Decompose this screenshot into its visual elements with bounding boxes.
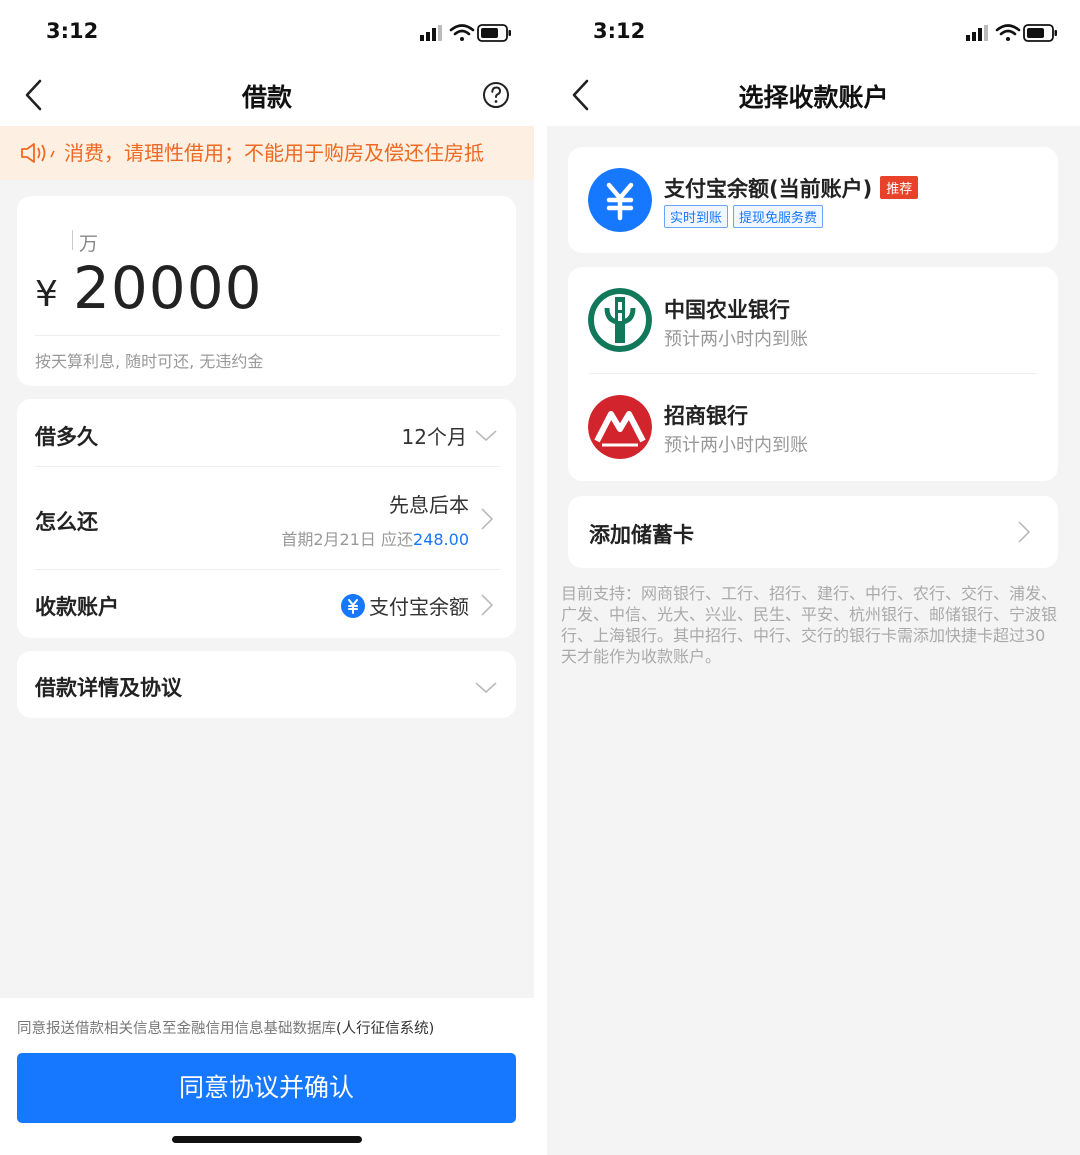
- bottom-bar: 同意报送借款相关信息至金融信用信息基础数据库(人行征信系统) 同意协议并确认: [0, 998, 534, 1155]
- battery-icon: [1023, 24, 1057, 42]
- divider: [35, 335, 500, 336]
- chevron-down-icon: [475, 430, 497, 442]
- input-cursor: [72, 230, 73, 250]
- alipay-name-row: 支付宝余额(当前账户) 推荐: [664, 173, 919, 203]
- page-title: 借款: [241, 83, 292, 112]
- amount-input[interactable]: 20000: [73, 254, 263, 322]
- repay-row[interactable]: 怎么还 先息后本 首期2月21日 应还248.00: [17, 467, 516, 569]
- loan-screen: 3:12 借款 消费，请理性借用；不能用于购房及偿还住房抵 万 ¥ 20000 …: [0, 0, 534, 1155]
- notice-text: 消费，请理性借用；不能用于购房及偿还住房抵: [64, 141, 484, 165]
- supported-banks-note: 目前支持：网商银行、工行、招行、建行、中行、农行、交行、浦发、广发、中信、光大、…: [561, 584, 1058, 666]
- duration-label: 借多久: [35, 425, 98, 449]
- account-row[interactable]: 收款账户 支付宝余额: [17, 570, 516, 638]
- abc-bank-logo: [588, 288, 652, 352]
- home-indicator: [172, 1136, 362, 1143]
- details-label: 借款详情及协议: [35, 676, 182, 700]
- chevron-down-icon: [475, 682, 497, 694]
- amount-note: 按天算利息, 随时可还, 无违约金: [35, 352, 264, 371]
- duration-row[interactable]: 借多久 12个月: [17, 399, 516, 467]
- consent-text[interactable]: 同意报送借款相关信息至金融信用信息基础数据库(人行征信系统): [17, 1017, 434, 1038]
- chevron-right-icon: [481, 508, 493, 530]
- account-value: 支付宝余额: [369, 595, 469, 619]
- recommend-badge: 推荐: [880, 176, 919, 199]
- help-icon[interactable]: [482, 81, 510, 109]
- first-payment-info: 首期2月21日 应还248.00: [281, 526, 469, 550]
- status-bar: 3:12: [0, 0, 534, 64]
- amount-card: 万 ¥ 20000 按天算利息, 随时可还, 无违约金: [17, 196, 516, 386]
- status-icons: [420, 24, 511, 42]
- bank-item-abc[interactable]: 中国农业银行 预计两小时内到账: [568, 267, 1058, 373]
- notice-banner: 消费，请理性借用；不能用于购房及偿还住房抵: [0, 126, 534, 180]
- alipay-account-card[interactable]: 支付宝余额(当前账户) 推荐 实时到账 提现免服务费: [568, 147, 1058, 253]
- select-account-screen: 3:12 选择收款账户 支付宝余额(当前账户) 推荐 实时到账 提现免服务费 中国农…: [547, 0, 1080, 1155]
- status-time: 3:12: [46, 19, 99, 43]
- status-bar: 3:12: [547, 0, 1080, 64]
- details-card[interactable]: 借款详情及协议: [17, 651, 516, 718]
- account-value-wrap: 支付宝余额: [341, 591, 469, 620]
- duration-value: 12个月: [401, 425, 467, 449]
- confirm-button[interactable]: 同意协议并确认: [17, 1053, 516, 1123]
- consent-bold: (人行征信系统): [336, 1021, 435, 1037]
- tag-realtime: 实时到账: [664, 205, 729, 228]
- nav-bar: 借款: [0, 64, 534, 126]
- bank-list-card: 中国农业银行 预计两小时内到账 招商银行 预计两小时内到账: [568, 267, 1058, 481]
- status-time: 3:12: [593, 19, 646, 43]
- bank-name: 招商银行: [664, 404, 748, 428]
- add-debit-card-row[interactable]: 添加储蓄卡: [568, 496, 1058, 568]
- cellular-signal-icon: [966, 25, 988, 41]
- nav-bar: 选择收款账户: [547, 64, 1080, 126]
- currency-symbol: ¥: [35, 274, 58, 315]
- add-card-label: 添加储蓄卡: [589, 523, 694, 547]
- speaker-icon: [21, 143, 55, 163]
- first-payment-prefix: 首期2月21日 应还: [281, 530, 414, 549]
- consent-prefix: 同意报送借款相关信息至金融信用信息基础数据库: [17, 1021, 336, 1037]
- status-icons: [966, 24, 1057, 42]
- chevron-right-icon: [1018, 521, 1030, 543]
- wifi-icon: [449, 24, 475, 41]
- alipay-name: 支付宝余额(当前账户): [664, 177, 873, 201]
- repay-value: 先息后本: [389, 493, 469, 517]
- cellular-signal-icon: [420, 25, 442, 41]
- account-label: 收款账户: [35, 595, 119, 619]
- bank-name: 中国农业银行: [664, 298, 790, 322]
- amount-unit-hint: 万: [79, 233, 99, 255]
- tag-free-fee: 提现免服务费: [733, 205, 824, 228]
- alipay-icon: [588, 168, 652, 232]
- cmb-bank-logo: [588, 395, 652, 459]
- alipay-tags: 实时到账 提现免服务费: [664, 205, 828, 228]
- terms-card: 借多久 12个月 怎么还 先息后本 首期2月21日 应还248.00 收款账户 …: [17, 399, 516, 638]
- alipay-icon: [341, 594, 365, 618]
- first-payment-amount: 248.00: [413, 530, 469, 549]
- repay-label: 怎么还: [35, 510, 98, 534]
- chevron-right-icon: [481, 594, 493, 616]
- page-title: 选择收款账户: [738, 83, 889, 112]
- bank-arrival-note: 预计两小时内到账: [664, 329, 808, 350]
- wifi-icon: [995, 24, 1021, 41]
- bank-item-cmb[interactable]: 招商银行 预计两小时内到账: [568, 374, 1058, 481]
- battery-icon: [477, 24, 511, 42]
- bank-arrival-note: 预计两小时内到账: [664, 435, 808, 456]
